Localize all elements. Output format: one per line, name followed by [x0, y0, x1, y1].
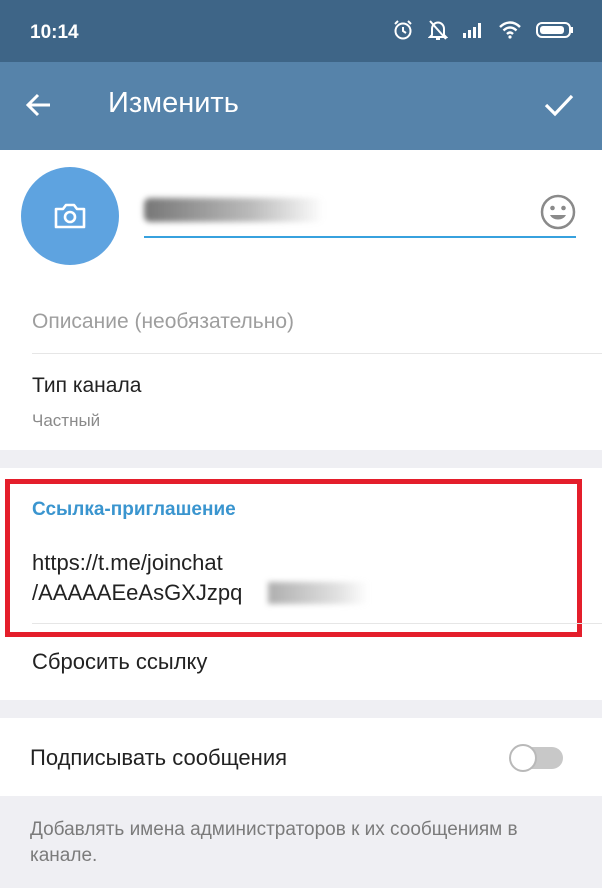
arrow-left-icon [25, 93, 50, 117]
signal-icon [463, 23, 481, 38]
blurred-name [144, 198, 324, 222]
channel-type-label: Тип канала [32, 374, 142, 397]
status-icons [392, 19, 574, 41]
sign-messages-hint: Добавлять имена администраторов к их соо… [30, 819, 518, 866]
status-bar: 10:14 [0, 0, 602, 62]
smile-icon [540, 194, 576, 230]
check-icon [544, 94, 574, 117]
toolbar: Изменить [0, 62, 602, 150]
description-input[interactable]: Описание (необязательно) [32, 310, 294, 334]
divider [32, 353, 602, 354]
divider [32, 623, 602, 624]
channel-type-value: Частный [32, 411, 101, 430]
sign-messages-toggle[interactable] [509, 744, 563, 772]
channel-name-field[interactable] [144, 186, 576, 238]
toggle-knob [509, 744, 537, 772]
highlight-box [5, 479, 582, 637]
battery-icon [536, 22, 573, 38]
done-button[interactable] [544, 92, 574, 123]
emoji-button[interactable] [540, 194, 576, 235]
wifi-icon [499, 21, 521, 39]
camera-icon [54, 203, 86, 229]
alarm-icon [394, 20, 412, 40]
name-underline [144, 236, 576, 238]
page-title: Изменить [108, 87, 239, 119]
avatar-photo-button[interactable] [21, 167, 119, 265]
reset-link-button[interactable]: Сбросить ссылку [32, 649, 207, 675]
sign-messages-label: Подписывать сообщения [30, 745, 288, 770]
back-button[interactable] [24, 90, 54, 125]
bell-off-icon [428, 20, 448, 40]
status-time: 10:14 [30, 22, 79, 43]
